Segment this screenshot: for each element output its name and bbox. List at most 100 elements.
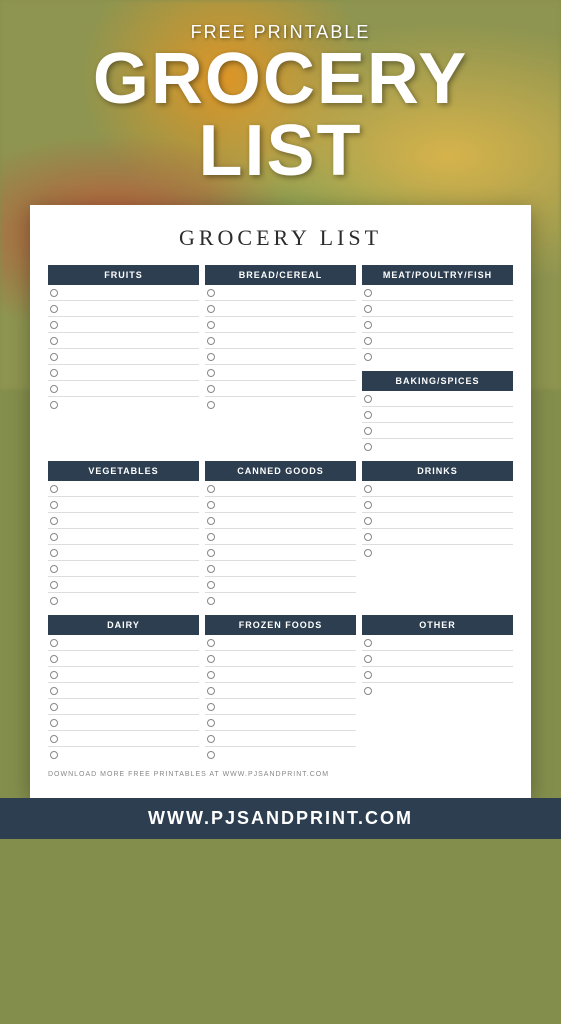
canned-goods-block: CANNED GOODS	[205, 461, 356, 609]
list-item	[362, 683, 513, 699]
baking-items	[362, 391, 513, 455]
list-item	[48, 285, 199, 301]
list-item	[362, 285, 513, 301]
circle-icon	[50, 719, 58, 727]
circle-icon	[364, 485, 372, 493]
dairy-header: DAIRY	[48, 615, 199, 635]
list-item	[48, 667, 199, 683]
list-item	[362, 497, 513, 513]
list-item	[48, 561, 199, 577]
circle-icon	[364, 411, 372, 419]
right-col-2: DRINKS	[362, 461, 513, 609]
circle-icon	[364, 427, 372, 435]
circle-icon	[50, 671, 58, 679]
list-item	[48, 715, 199, 731]
frozen-foods-items	[205, 635, 356, 763]
circle-icon	[364, 687, 372, 695]
list-item	[362, 317, 513, 333]
header-title: GROCERY LIST	[20, 43, 541, 187]
list-item	[362, 349, 513, 365]
circle-icon	[50, 703, 58, 711]
circle-icon	[50, 385, 58, 393]
list-item	[362, 407, 513, 423]
circle-icon	[364, 549, 372, 557]
list-item	[48, 301, 199, 317]
bread-cereal-block: BREAD/CEREAL	[205, 265, 356, 455]
list-item	[205, 561, 356, 577]
circle-icon	[50, 687, 58, 695]
circle-icon	[50, 321, 58, 329]
circle-icon	[207, 533, 215, 541]
circle-icon	[364, 321, 372, 329]
circle-icon	[207, 353, 215, 361]
list-item	[205, 747, 356, 763]
list-item	[362, 529, 513, 545]
list-item	[205, 285, 356, 301]
list-item	[205, 593, 356, 609]
circle-icon	[364, 443, 372, 451]
circle-icon	[50, 581, 58, 589]
circle-icon	[207, 289, 215, 297]
footer-bar: WWW.PJSANDPRINT.COM	[0, 798, 561, 839]
circle-icon	[207, 401, 215, 409]
circle-icon	[207, 719, 215, 727]
circle-icon	[207, 687, 215, 695]
meat-items	[362, 285, 513, 365]
canned-goods-header: CANNED GOODS	[205, 461, 356, 481]
list-item	[205, 715, 356, 731]
list-item	[205, 699, 356, 715]
circle-icon	[50, 565, 58, 573]
circle-icon	[207, 655, 215, 663]
circle-icon	[50, 597, 58, 605]
list-item	[48, 577, 199, 593]
circle-icon	[207, 549, 215, 557]
list-item	[205, 349, 356, 365]
fruits-header: FRUITS	[48, 265, 199, 285]
list-item	[362, 301, 513, 317]
other-header: OTHER	[362, 615, 513, 635]
list-item	[48, 635, 199, 651]
header: FREE PRINTABLE GROCERY LIST	[0, 0, 561, 205]
fruits-items	[48, 285, 199, 413]
list-item	[48, 333, 199, 349]
paper-footer-text: DOWNLOAD MORE FREE PRINTABLES AT WWW.PJS…	[48, 771, 513, 778]
list-item	[362, 423, 513, 439]
list-item	[205, 333, 356, 349]
circle-icon	[207, 751, 215, 759]
circle-icon	[50, 655, 58, 663]
circle-icon	[207, 639, 215, 647]
list-item	[48, 529, 199, 545]
circle-icon	[50, 485, 58, 493]
vegetables-items	[48, 481, 199, 609]
list-item	[205, 651, 356, 667]
circle-icon	[207, 501, 215, 509]
circle-icon	[364, 533, 372, 541]
circle-icon	[50, 369, 58, 377]
list-item	[48, 513, 199, 529]
list-item	[48, 381, 199, 397]
list-item	[362, 667, 513, 683]
list-item	[205, 529, 356, 545]
list-item	[48, 545, 199, 561]
circle-icon	[50, 305, 58, 313]
list-item	[205, 365, 356, 381]
list-item	[362, 513, 513, 529]
grocery-list-paper: GROCERY LIST FRUITS BREAD/CEREAL	[30, 205, 531, 798]
circle-icon	[364, 337, 372, 345]
list-item	[48, 365, 199, 381]
list-item	[48, 497, 199, 513]
other-items	[362, 635, 513, 699]
list-item	[48, 481, 199, 497]
list-item	[362, 545, 513, 561]
circle-icon	[207, 305, 215, 313]
circle-icon	[364, 305, 372, 313]
list-item	[205, 481, 356, 497]
circle-icon	[207, 735, 215, 743]
list-item	[48, 747, 199, 763]
list-item	[48, 349, 199, 365]
list-item	[48, 593, 199, 609]
bread-cereal-header: BREAD/CEREAL	[205, 265, 356, 285]
circle-icon	[207, 321, 215, 329]
list-item	[362, 651, 513, 667]
dairy-items	[48, 635, 199, 763]
